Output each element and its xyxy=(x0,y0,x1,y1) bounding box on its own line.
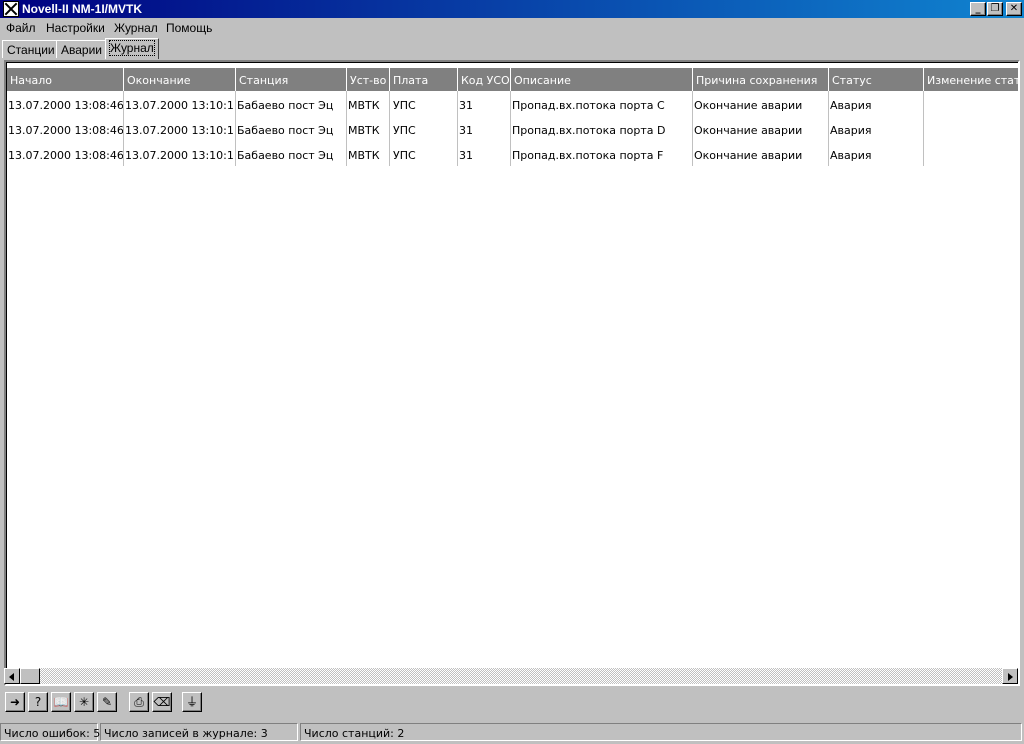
cell-board: УПС xyxy=(393,124,416,137)
cell-station: Бабаево пост Эц xyxy=(237,124,334,137)
scroll-left-button[interactable] xyxy=(4,668,20,684)
cell-status-change xyxy=(924,117,1018,142)
table-row[interactable]: 13.07.2000 13:08:46 13.07.2000 13:10:12 … xyxy=(7,92,1018,117)
cell-save-reason: Окончание аварии xyxy=(694,149,803,162)
scroll-right-button[interactable] xyxy=(1002,668,1018,684)
table-row[interactable]: 13.07.2000 13:08:46 13.07.2000 13:10:12 … xyxy=(7,142,1018,167)
column-header-uso-code[interactable]: Код УСО xyxy=(458,68,510,91)
column-header-board[interactable]: Плата xyxy=(390,68,456,91)
cell-status-change xyxy=(924,142,1018,167)
cell-status-change xyxy=(924,92,1018,117)
cell-start: 13.07.2000 13:08:46 xyxy=(8,124,123,137)
cell-end: 13.07.2000 13:10:12 xyxy=(125,124,234,137)
cell-board: УПС xyxy=(393,99,416,112)
cell-description: Пропад.вх.потока порта C xyxy=(512,99,665,112)
cell-board: УПС xyxy=(393,149,416,162)
menu-help[interactable]: Помощь xyxy=(166,21,212,35)
tab-alarms[interactable]: Аварии xyxy=(56,40,107,58)
book-icon[interactable]: 📖 xyxy=(51,692,71,712)
cell-end: 13.07.2000 13:10:12 xyxy=(125,149,234,162)
status-bar: Число ошибок: 5 Число записей в журнале:… xyxy=(0,722,1024,742)
column-header-save-reason[interactable]: Причина сохранения xyxy=(693,68,827,91)
cell-uso-code: 31 xyxy=(459,124,473,137)
journal-table[interactable]: Начало Окончание Станция Уст-во Плата Ко… xyxy=(4,60,1020,686)
tab-journal[interactable]: Журнал xyxy=(105,38,159,59)
cell-station: Бабаево пост Эц xyxy=(237,149,334,162)
help-icon[interactable]: ? xyxy=(28,692,48,712)
cell-status: Авария xyxy=(830,99,872,112)
cell-status: Авария xyxy=(830,149,872,162)
exit-icon[interactable]: ➜ xyxy=(5,692,25,712)
column-header-status-change[interactable]: Изменение статуса xyxy=(924,68,1018,91)
status-errors: Число ошибок: 5 xyxy=(0,723,100,741)
column-header-description[interactable]: Описание xyxy=(511,68,691,91)
column-header-end[interactable]: Окончание xyxy=(124,68,234,91)
print-icon[interactable]: ⎙ xyxy=(129,692,149,712)
cell-start: 13.07.2000 13:08:46 xyxy=(8,149,123,162)
cell-description: Пропад.вх.потока порта F xyxy=(512,149,664,162)
status-records: Число записей в журнале: 3 xyxy=(100,723,298,741)
cell-description: Пропад.вх.потока порта D xyxy=(512,124,666,137)
cell-device: МВТК xyxy=(348,124,380,137)
table-header: Начало Окончание Станция Уст-во Плата Ко… xyxy=(7,68,1018,91)
app-icon xyxy=(3,1,19,17)
cell-device: МВТК xyxy=(348,149,380,162)
menu-journal[interactable]: Журнал xyxy=(114,21,158,35)
erase-icon[interactable]: ⌫ xyxy=(152,692,172,712)
status-stations: Число станций: 2 xyxy=(300,723,1022,741)
cell-uso-code: 31 xyxy=(459,149,473,162)
scroll-thumb[interactable] xyxy=(20,668,40,684)
minimize-button[interactable]: _ xyxy=(970,2,986,16)
column-header-start[interactable]: Начало xyxy=(7,68,123,91)
cell-uso-code: 31 xyxy=(459,99,473,112)
restore-button[interactable]: ❐ xyxy=(987,2,1003,16)
cell-save-reason: Окончание аварии xyxy=(694,99,803,112)
close-button[interactable]: ✕ xyxy=(1006,2,1022,16)
cell-save-reason: Окончание аварии xyxy=(694,124,803,137)
window-title: Novell-II NM-1I/MVTK xyxy=(22,2,143,16)
title-bar: Novell-II NM-1I/MVTK _ ❐ ✕ xyxy=(0,0,1024,18)
column-header-device[interactable]: Уст-во xyxy=(347,68,389,91)
asterisk-icon[interactable]: ✳ xyxy=(74,692,94,712)
filter-icon[interactable]: ⏚ xyxy=(182,692,202,712)
column-header-status[interactable]: Статус xyxy=(829,68,923,91)
column-header-station[interactable]: Станция xyxy=(236,68,346,91)
cell-device: МВТК xyxy=(348,99,380,112)
cell-station: Бабаево пост Эц xyxy=(237,99,334,112)
menu-bar: Файл Настройки Журнал Помощь xyxy=(0,18,1024,38)
cell-end: 13.07.2000 13:10:12 xyxy=(125,99,234,112)
menu-settings[interactable]: Настройки xyxy=(46,21,105,35)
menu-file[interactable]: Файл xyxy=(6,21,36,35)
edit-icon[interactable]: ✎ xyxy=(97,692,117,712)
table-row[interactable]: 13.07.2000 13:08:46 13.07.2000 13:10:12 … xyxy=(7,117,1018,142)
toolbar: ➜ ? 📖 ✳ ✎ ⎙ ⌫ ⏚ xyxy=(0,686,1024,718)
horizontal-scrollbar[interactable] xyxy=(4,668,1018,684)
cell-start: 13.07.2000 13:08:46 xyxy=(8,99,123,112)
cell-status: Авария xyxy=(830,124,872,137)
tab-stations[interactable]: Станции xyxy=(2,40,60,58)
